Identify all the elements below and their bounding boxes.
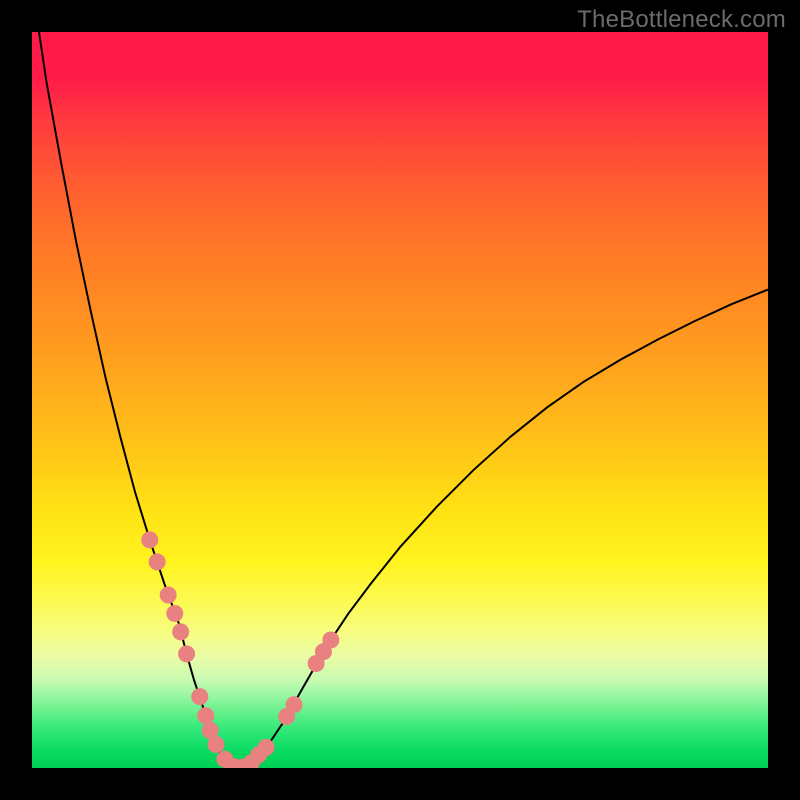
data-point: [191, 688, 208, 705]
data-point-group: [141, 531, 339, 768]
data-point: [160, 587, 177, 604]
data-point: [208, 736, 225, 753]
data-point: [197, 707, 214, 724]
data-point: [322, 631, 339, 648]
data-point: [172, 623, 189, 640]
data-point: [166, 605, 183, 622]
curve-overlay: [32, 32, 768, 768]
bottleneck-curve: [36, 32, 768, 768]
data-point: [141, 531, 158, 548]
data-point: [149, 553, 166, 570]
watermark-label: TheBottleneck.com: [577, 6, 786, 34]
data-point: [286, 696, 303, 713]
chart-plot-area: [32, 32, 768, 768]
data-point: [178, 645, 195, 662]
data-point: [258, 739, 275, 756]
